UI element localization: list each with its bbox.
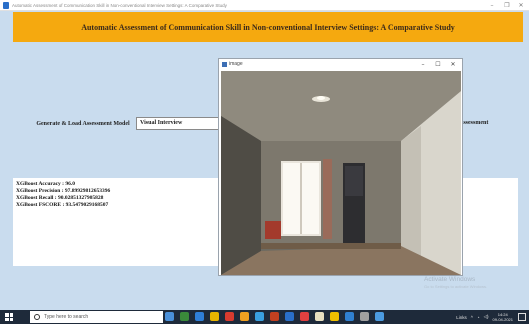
recall-line: XGBoost Recall : 90.02851327905828 (16, 195, 104, 201)
search-icon (34, 314, 40, 320)
generate-load-model-button[interactable]: Generate & Load Assessment Model (29, 118, 137, 131)
taskbar-app-icon[interactable] (165, 312, 174, 321)
taskbar-app-icon[interactable] (330, 312, 339, 321)
image-minimize-button[interactable]: – (416, 59, 430, 70)
maximize-button[interactable]: ❐ (500, 0, 514, 11)
links-toolbar-label[interactable]: Links (456, 315, 467, 320)
taskbar-app-icon[interactable] (210, 312, 219, 321)
taskbar-app-icon[interactable] (360, 312, 369, 321)
image-maximize-button[interactable]: ☐ (431, 59, 445, 70)
taskbar-app-icon[interactable] (225, 312, 234, 321)
system-tray: Links ^ ◔ ◁) 14:24 09-04-2021 (456, 311, 513, 323)
taskbar-app-icon[interactable] (300, 312, 309, 321)
assessment-button[interactable]: Assessment (458, 117, 498, 130)
taskbar-search-box[interactable]: Type here to search (30, 311, 163, 323)
heading-banner: Automatic Assessment of Communication Sk… (13, 12, 523, 42)
watermark-subtitle: Go to Settings to activate Windows. (424, 284, 488, 289)
taskbar-app-icon[interactable] (375, 312, 384, 321)
chevron-up-icon[interactable]: ^ (471, 315, 473, 320)
image-window-titlebar[interactable]: image – ☐ ✕ (219, 59, 462, 70)
room-scene-image (221, 71, 461, 275)
clock[interactable]: 14:24 09-04-2021 (493, 312, 513, 322)
taskbar-app-icon[interactable] (255, 312, 264, 321)
taskbar-app-icon[interactable] (315, 312, 324, 321)
close-button[interactable]: ✕ (514, 0, 528, 11)
taskbar-app-icon[interactable] (285, 312, 294, 321)
notification-center-icon[interactable] (518, 313, 526, 321)
taskbar-app-icon[interactable] (195, 312, 204, 321)
watermark-title: Activate Windows (424, 276, 476, 283)
window-title: Automatic Assessment of Communication Sk… (12, 3, 227, 8)
webcam-frame (221, 71, 461, 275)
clock-date: 09-04-2021 (492, 317, 513, 322)
fscore-line: XGBoost FSCORE : 93.5479029168507 (16, 202, 109, 208)
taskbar-app-icon[interactable] (240, 312, 249, 321)
taskbar-pinned-apps (165, 312, 384, 321)
search-placeholder: Type here to search (44, 314, 89, 320)
image-close-button[interactable]: ✕ (446, 59, 460, 70)
precision-line: XGBoost Precision : 97.89929812653396 (16, 188, 111, 194)
app-feather-icon (3, 2, 9, 9)
accuracy-line: XGBoost Accuracy : 96.0 (16, 181, 75, 187)
taskbar-app-icon[interactable] (180, 312, 189, 321)
minimize-button[interactable]: – (485, 0, 499, 11)
activate-windows-watermark: Activate Windows Go to Settings to activ… (424, 276, 487, 290)
window-titlebar: Automatic Assessment of Communication Sk… (0, 0, 529, 11)
taskbar: Type here to search Links ^ ◔ ◁) 14:24 0… (0, 310, 529, 324)
image-window-icon (222, 62, 227, 67)
page-title: Automatic Assessment of Communication Sk… (81, 22, 455, 32)
network-icon[interactable]: ◔ (477, 315, 480, 320)
image-window-title: image (229, 61, 243, 67)
volume-icon[interactable]: ◁) (484, 314, 489, 320)
windows-start-button[interactable] (5, 313, 13, 321)
visual-interview-button[interactable]: Visual Interview (136, 117, 220, 130)
taskbar-app-icon[interactable] (345, 312, 354, 321)
image-window[interactable]: image – ☐ ✕ (218, 58, 463, 276)
taskbar-app-icon[interactable] (270, 312, 279, 321)
